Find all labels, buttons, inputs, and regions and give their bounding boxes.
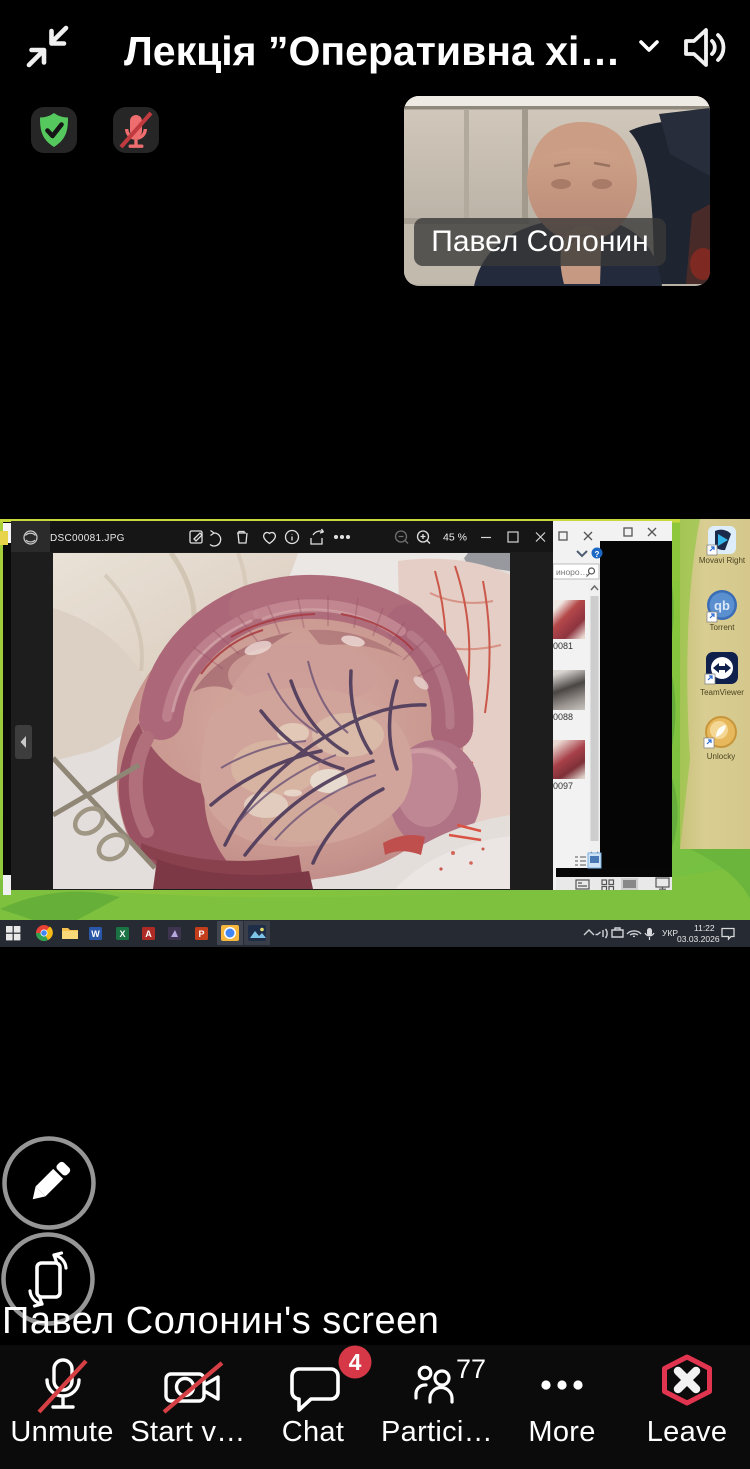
svg-text:Unlocky: Unlocky bbox=[707, 752, 735, 761]
svg-text:qb: qb bbox=[714, 598, 730, 613]
svg-text:W: W bbox=[91, 929, 100, 939]
svg-text:?: ? bbox=[595, 550, 600, 559]
svg-text:X: X bbox=[119, 929, 125, 939]
svg-text:03.03.2026: 03.03.2026 bbox=[677, 934, 720, 944]
svg-text:УКР: УКР bbox=[662, 928, 678, 938]
svg-text:Movavi Right: Movavi Right bbox=[699, 556, 746, 565]
svg-text:11:22: 11:22 bbox=[694, 923, 715, 933]
svg-text:TeamViewer: TeamViewer bbox=[700, 688, 744, 697]
svg-text:77: 77 bbox=[456, 1354, 486, 1384]
svg-text:Torrent: Torrent bbox=[710, 623, 736, 632]
svg-text:иноро…: иноро… bbox=[556, 567, 588, 577]
svg-text:45 %: 45 % bbox=[443, 532, 467, 544]
svg-text:4: 4 bbox=[349, 1349, 362, 1375]
svg-text:A: A bbox=[145, 929, 152, 939]
svg-text:DSC00081.JPG: DSC00081.JPG bbox=[50, 533, 125, 544]
svg-text:P: P bbox=[198, 929, 204, 939]
